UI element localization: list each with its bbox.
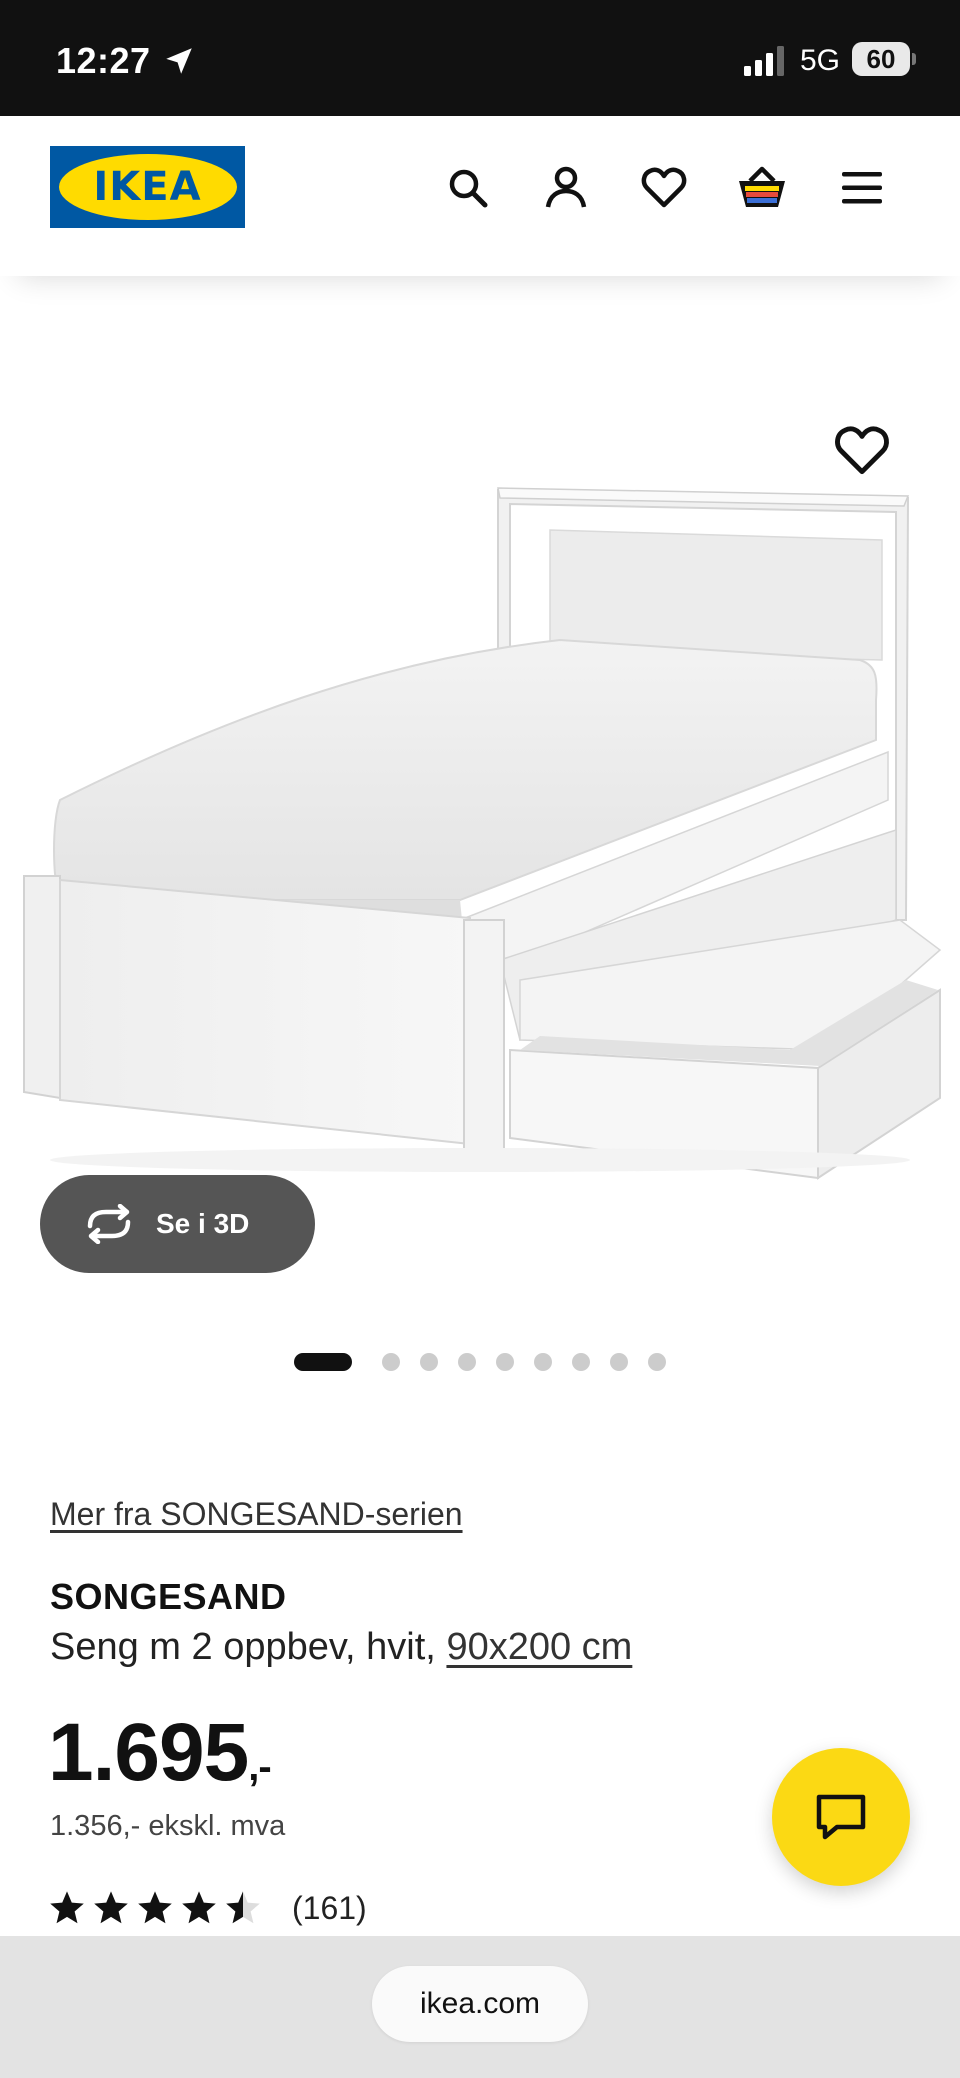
product-type: Seng m 2 oppbev, hvit, bbox=[50, 1626, 436, 1668]
status-time: 12:27 bbox=[56, 40, 151, 81]
carousel-dot-active[interactable] bbox=[294, 1353, 352, 1371]
carousel-dot[interactable] bbox=[610, 1353, 628, 1371]
status-bar: 12:27 5G 60 bbox=[0, 0, 960, 116]
view-in-3d-button[interactable]: Se i 3D bbox=[40, 1175, 315, 1273]
logo-text: IKEA bbox=[93, 164, 202, 210]
price-suffix: ,- bbox=[248, 1745, 271, 1789]
chat-button[interactable] bbox=[772, 1748, 910, 1886]
product-name: SONGESAND bbox=[50, 1576, 287, 1617]
carousel-dot[interactable] bbox=[420, 1353, 438, 1371]
browser-toolbar: ikea.com bbox=[0, 1936, 960, 2078]
carousel-dot[interactable] bbox=[534, 1353, 552, 1371]
location-arrow-icon bbox=[166, 48, 192, 74]
price-ex-vat: 1.356,- ekskl. mva bbox=[50, 1810, 286, 1842]
carousel-dot[interactable] bbox=[458, 1353, 476, 1371]
product-rating[interactable]: (161) bbox=[48, 1888, 367, 1928]
star-icon bbox=[50, 1891, 84, 1924]
rating-count: (161) bbox=[292, 1889, 367, 1926]
image-carousel-dots bbox=[0, 1352, 960, 1372]
carousel-dot[interactable] bbox=[382, 1353, 400, 1371]
carousel-dot[interactable] bbox=[572, 1353, 590, 1371]
product-description: Seng m 2 oppbev, hvit, 90x200 cm bbox=[50, 1626, 632, 1669]
address-bar[interactable]: ikea.com bbox=[372, 1966, 588, 2042]
size-link[interactable]: 90x200 cm bbox=[446, 1626, 632, 1668]
basket-icon[interactable] bbox=[734, 160, 790, 216]
star-icon bbox=[182, 1891, 216, 1924]
site-header: IKEA bbox=[0, 116, 960, 276]
search-icon[interactable] bbox=[440, 160, 496, 216]
add-to-favourites-icon[interactable] bbox=[834, 425, 890, 481]
network-type: 5G bbox=[800, 44, 841, 77]
rating-stars bbox=[48, 1889, 268, 1927]
product-price: 1.695,- bbox=[48, 1706, 272, 1800]
carousel-dot[interactable] bbox=[496, 1353, 514, 1371]
chat-icon bbox=[816, 1794, 866, 1840]
cellular-signal-icon bbox=[744, 46, 784, 76]
view-in-3d-label: Se i 3D bbox=[156, 1208, 250, 1239]
menu-icon[interactable] bbox=[834, 160, 890, 216]
ikea-logo[interactable]: IKEA bbox=[50, 146, 245, 228]
price-main: 1.695 bbox=[48, 1707, 249, 1798]
rotate-3d-icon bbox=[87, 1204, 131, 1244]
logo-oval: IKEA bbox=[58, 154, 237, 220]
star-icon bbox=[138, 1891, 172, 1924]
star-icon bbox=[226, 1891, 260, 1924]
battery-tip bbox=[912, 53, 916, 65]
series-link[interactable]: Mer fra SONGESAND-serien bbox=[50, 1496, 463, 1533]
battery-level: 60 bbox=[852, 42, 910, 76]
star-icon bbox=[94, 1891, 128, 1924]
wishlist-heart-icon[interactable] bbox=[636, 160, 692, 216]
carousel-dot[interactable] bbox=[648, 1353, 666, 1371]
account-icon[interactable] bbox=[538, 160, 594, 216]
